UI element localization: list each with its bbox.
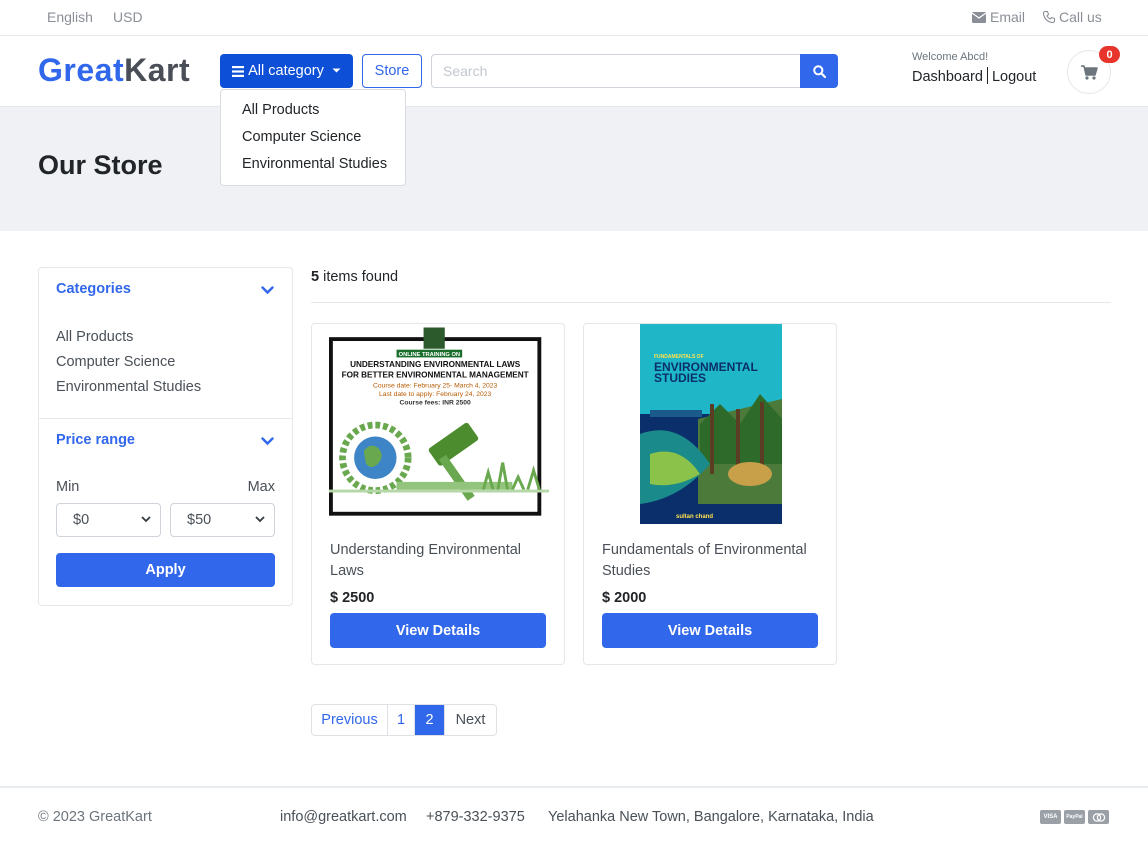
top-bar: English USD Email Call us xyxy=(0,0,1148,36)
hamburger-icon xyxy=(232,65,245,77)
dropdown-item-all-products[interactable]: All Products xyxy=(221,99,405,126)
cover-publisher: sultan chand xyxy=(676,514,713,520)
product-cover-fundamentals: FUNDAMENTALS OF ENVIRONMENTAL STUDIES su… xyxy=(640,324,782,524)
paypal-icon: PayPal xyxy=(1064,810,1085,824)
sidebar-category-environmental-studies[interactable]: Environmental Studies xyxy=(56,379,201,395)
min-price-value: $0 xyxy=(73,512,90,528)
chevron-down-icon[interactable] xyxy=(261,437,274,446)
cover-big-title-2: STUDIES xyxy=(654,371,706,385)
max-label: Max xyxy=(247,479,275,495)
filter-sidebar: Categories All Products Computer Science… xyxy=(38,267,293,606)
visa-icon: VISA xyxy=(1040,810,1061,824)
chevron-down-icon xyxy=(141,516,151,523)
footer-email[interactable]: info@greatkart.com xyxy=(280,809,407,825)
results-count-number: 5 xyxy=(311,269,320,285)
cover-line-3: Course date: February 25- March 4, 2023 xyxy=(373,382,497,389)
view-details-button[interactable]: View Details xyxy=(602,613,818,648)
chevron-down-icon[interactable] xyxy=(261,286,274,295)
email-link[interactable]: Email xyxy=(972,9,1025,25)
pagination-page-2-active[interactable]: 2 xyxy=(415,705,445,735)
dropdown-item-computer-science[interactable]: Computer Science xyxy=(221,126,405,153)
footer-address: Yelahanka New Town, Bangalore, Karnataka… xyxy=(548,809,874,825)
logout-link[interactable]: Logout xyxy=(992,69,1036,85)
sidebar-category-all-products[interactable]: All Products xyxy=(56,329,133,345)
envelope-icon xyxy=(972,11,986,23)
cover-line-5: Course fees: INR 2500 xyxy=(399,400,471,407)
results-divider xyxy=(311,302,1111,303)
results-count-suffix: items found xyxy=(323,269,399,285)
product-price: $ 2500 xyxy=(330,590,375,606)
dashboard-link[interactable]: Dashboard xyxy=(912,69,983,85)
store-button[interactable]: Store xyxy=(362,54,422,88)
pagination: Previous 1 2 Next xyxy=(311,704,497,736)
cover-badge-text: ONLINE TRAINING ON xyxy=(399,352,461,358)
logo-part-great: Great xyxy=(38,52,125,88)
product-image[interactable]: ONLINE TRAINING ON UNDERSTANDING ENVIRON… xyxy=(329,324,549,524)
page-title: Our Store xyxy=(38,150,163,180)
cover-line-1: UNDERSTANDING ENVIRONMENTAL LAWS xyxy=(350,360,521,369)
sidebar-category-computer-science[interactable]: Computer Science xyxy=(56,354,175,370)
welcome-text: Welcome Abcd! xyxy=(912,51,989,63)
phone-icon xyxy=(1043,11,1055,23)
results-count: 5 items found xyxy=(311,269,398,285)
product-price: $ 2000 xyxy=(602,590,647,606)
product-card: FUNDAMENTALS OF ENVIRONMENTAL STUDIES su… xyxy=(583,323,837,665)
price-range-heading[interactable]: Price range xyxy=(56,432,135,448)
dropdown-item-environmental-studies[interactable]: Environmental Studies xyxy=(221,153,405,180)
caret-down-icon xyxy=(332,68,341,73)
max-price-select[interactable]: $50 xyxy=(170,503,275,537)
min-label: Min xyxy=(56,479,80,495)
product-image[interactable]: FUNDAMENTALS OF ENVIRONMENTAL STUDIES su… xyxy=(601,324,821,524)
view-details-button[interactable]: View Details xyxy=(330,613,546,648)
call-label: Call us xyxy=(1059,9,1102,25)
cover-line-2: FOR BETTER ENVIRONMENTAL MANAGEMENT xyxy=(342,371,529,380)
all-category-label: All category xyxy=(248,63,324,79)
shopping-cart-icon xyxy=(1080,64,1098,80)
cover-line-4: Last date to apply: February 24, 2023 xyxy=(379,391,491,398)
email-label: Email xyxy=(990,9,1026,25)
sidebar-divider xyxy=(39,418,292,419)
categories-heading[interactable]: Categories xyxy=(56,281,131,297)
search-button[interactable] xyxy=(800,54,838,88)
logo-part-kart: Kart xyxy=(124,52,191,88)
all-category-button[interactable]: All category xyxy=(220,54,353,88)
footer-copyright: © 2023 GreatKart xyxy=(38,809,152,825)
currency-selector[interactable]: USD xyxy=(113,9,143,25)
footer-phone[interactable]: +879-332-9375 xyxy=(426,809,525,825)
link-separator xyxy=(986,67,988,84)
language-selector[interactable]: English xyxy=(47,9,93,25)
mastercard-icon xyxy=(1088,810,1109,824)
pagination-previous[interactable]: Previous xyxy=(312,705,388,735)
max-price-value: $50 xyxy=(187,512,212,528)
product-title[interactable]: Understanding Environmental Laws xyxy=(330,540,550,582)
pagination-page-1[interactable]: 1 xyxy=(388,705,415,735)
product-card: ONLINE TRAINING ON UNDERSTANDING ENVIRON… xyxy=(311,323,565,665)
category-dropdown-menu: All Products Computer Science Environmen… xyxy=(220,89,406,186)
site-logo[interactable]: GreatKart xyxy=(38,52,190,89)
product-title[interactable]: Fundamentals of Environmental Studies xyxy=(602,540,822,582)
cart-count-badge: 0 xyxy=(1099,46,1120,63)
payment-icons: VISA PayPal xyxy=(1040,810,1109,824)
site-footer: © 2023 GreatKart info@greatkart.com +879… xyxy=(0,786,1148,844)
pagination-next[interactable]: Next xyxy=(445,705,496,735)
apply-button[interactable]: Apply xyxy=(56,553,275,587)
search-input[interactable] xyxy=(431,54,801,88)
search-icon xyxy=(812,64,826,78)
min-price-select[interactable]: $0 xyxy=(56,503,161,537)
page-banner: Our Store xyxy=(0,107,1148,231)
chevron-down-icon xyxy=(255,516,265,523)
call-link[interactable]: Call us xyxy=(1043,9,1102,25)
account-links: Dashboard Logout xyxy=(912,67,1036,85)
product-cover-laws: ONLINE TRAINING ON UNDERSTANDING ENVIRON… xyxy=(329,327,549,521)
main-header: GreatKart All category Store Welcome Abc… xyxy=(0,36,1148,107)
